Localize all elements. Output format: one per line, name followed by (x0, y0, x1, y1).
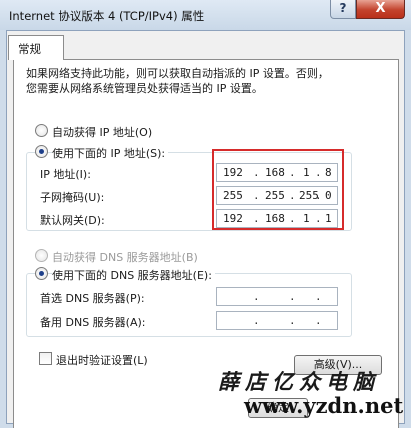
dns-auto-label: 自动获得 DNS 服务器地址(B) (52, 251, 198, 264)
default-gateway-label: 默认网关(D): (40, 214, 105, 227)
ip-manual-label: 使用下面的 IP 地址(S): (52, 145, 169, 161)
ip-auto-radio[interactable] (35, 124, 48, 137)
dns-manual-radio[interactable] (35, 267, 48, 280)
validate-on-exit-checkbox[interactable] (39, 352, 52, 365)
subnet-mask-label: 子网掩码(U): (40, 191, 105, 204)
alternate-dns-field[interactable]: . . . (216, 311, 338, 330)
description-line-1: 如果网络支持此功能，则可以获取自动指派的 IP 设置。否则， (26, 67, 329, 80)
ip-auto-label: 自动获得 IP 地址(O) (52, 126, 153, 139)
window-title: Internet 协议版本 4 (TCP/IPv4) 属性 (9, 9, 205, 23)
description-text: 如果网络支持此功能，则可以获取自动指派的 IP 设置。否则， 您需要从网络系统管… (26, 66, 329, 96)
tab-general[interactable]: 常规 (8, 35, 64, 60)
preferred-dns-field[interactable]: . . . (216, 287, 338, 306)
preferred-dns-label: 首选 DNS 服务器(P): (40, 292, 145, 305)
close-button[interactable]: X (356, 0, 405, 19)
alternate-dns-label: 备用 DNS 服务器(A): (40, 316, 146, 329)
description-line-2: 您需要从网络系统管理员处获得适当的 IP 设置。 (26, 82, 263, 95)
highlight-box (212, 149, 344, 230)
tab-general-label: 常规 (18, 42, 41, 56)
help-button[interactable]: ? (330, 0, 356, 19)
validate-on-exit-label: 退出时验证设置(L) (56, 354, 148, 367)
close-icon: X (375, 1, 386, 16)
dns-auto-radio[interactable] (35, 249, 48, 262)
watermark-text: 薛店亿众电脑 (218, 369, 380, 394)
help-icon: ? (339, 1, 347, 15)
dns-manual-label: 使用下面的 DNS 服务器地址(E): (52, 267, 215, 283)
ip-manual-radio[interactable] (35, 145, 48, 158)
watermark-url: www.yzdn.net (244, 393, 404, 418)
ip-address-label: IP 地址(I): (40, 168, 91, 181)
